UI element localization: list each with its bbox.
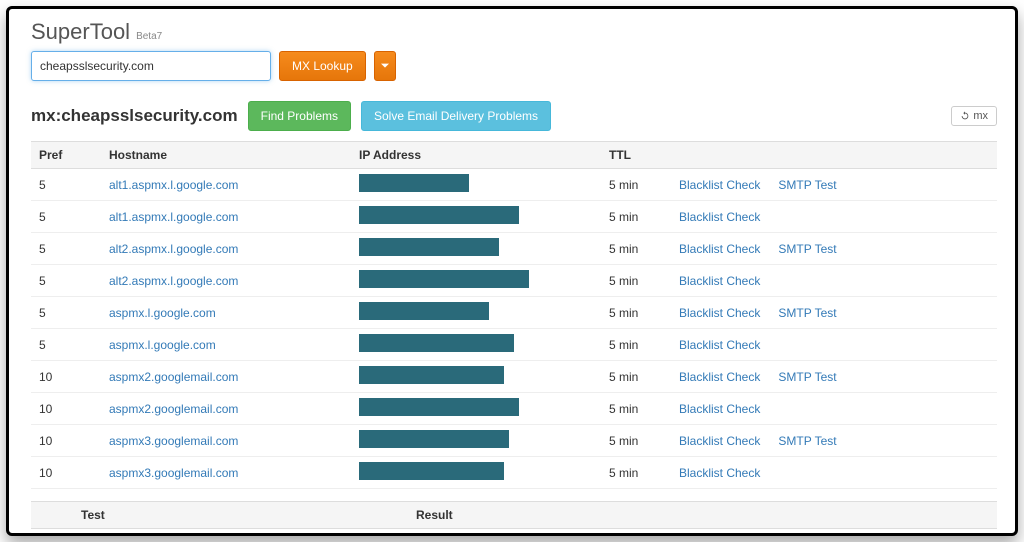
table-row: !DMARC Policy Not EnabledDMARC Quarantin… xyxy=(31,529,997,537)
col-ttl: TTL xyxy=(601,142,671,169)
solve-problems-button[interactable]: Solve Email Delivery Problems xyxy=(361,101,551,131)
search-row: MX Lookup xyxy=(31,51,997,81)
hostname-link[interactable]: aspmx3.googlemail.com xyxy=(109,466,238,480)
table-row: 10 aspmx3.googlemail.com 5 min Blacklist Ch… xyxy=(31,425,997,457)
ip-redacted xyxy=(359,366,504,384)
blacklist-check-link[interactable]: Blacklist Check xyxy=(679,242,760,256)
header: SuperTool Beta7 xyxy=(31,19,997,45)
col-more xyxy=(937,502,997,529)
hostname-link[interactable]: alt1.aspmx.l.google.com xyxy=(109,178,238,192)
ip-redacted xyxy=(359,462,504,480)
col-result: Result xyxy=(408,502,937,529)
hostname-link[interactable]: aspmx.l.google.com xyxy=(109,338,216,352)
cell-pref: 5 xyxy=(31,329,101,361)
mx-lookup-button[interactable]: MX Lookup xyxy=(279,51,366,81)
cell-ttl: 5 min xyxy=(601,265,671,297)
mx-lookup-dropdown[interactable] xyxy=(374,51,396,81)
smtp-test-link[interactable]: SMTP Test xyxy=(778,306,836,320)
blacklist-check-link[interactable]: Blacklist Check xyxy=(679,338,760,352)
smtp-test-link[interactable]: SMTP Test xyxy=(778,242,836,256)
cell-pref: 10 xyxy=(31,425,101,457)
cell-pref: 5 xyxy=(31,201,101,233)
col-pref: Pref xyxy=(31,142,101,169)
cell-test: DMARC Policy Not Enabled xyxy=(73,529,408,537)
blacklist-check-link[interactable]: Blacklist Check xyxy=(679,178,760,192)
blacklist-check-link[interactable]: Blacklist Check xyxy=(679,402,760,416)
find-problems-button[interactable]: Find Problems xyxy=(248,101,351,131)
blacklist-check-link[interactable]: Blacklist Check xyxy=(679,370,760,384)
hostname-link[interactable]: alt2.aspmx.l.google.com xyxy=(109,242,238,256)
domain-input[interactable] xyxy=(31,51,271,81)
hostname-link[interactable]: alt1.aspmx.l.google.com xyxy=(109,210,238,224)
blacklist-check-link[interactable]: Blacklist Check xyxy=(679,466,760,480)
ip-redacted xyxy=(359,334,514,352)
cell-pref: 5 xyxy=(31,265,101,297)
cell-ttl: 5 min xyxy=(601,457,671,489)
hostname-link[interactable]: alt2.aspmx.l.google.com xyxy=(109,274,238,288)
table-row: 5 alt2.aspmx.l.google.com 5 min Blacklist C… xyxy=(31,265,997,297)
cell-ttl: 5 min xyxy=(601,425,671,457)
table-row: 10 aspmx2.googlemail.com 5 min Blacklist Ch… xyxy=(31,393,997,425)
refresh-icon xyxy=(960,111,970,121)
table-row: 5 alt2.aspmx.l.google.com 5 min Blacklist C… xyxy=(31,233,997,265)
cell-pref: 10 xyxy=(31,457,101,489)
chevron-down-icon xyxy=(381,62,389,70)
col-test: Test xyxy=(73,502,408,529)
app-title: SuperTool xyxy=(31,19,130,45)
ip-redacted xyxy=(359,270,529,288)
cell-ttl: 5 min xyxy=(601,169,671,201)
blacklist-check-link[interactable]: Blacklist Check xyxy=(679,306,760,320)
col-hostname: Hostname xyxy=(101,142,351,169)
ip-redacted xyxy=(359,430,509,448)
ip-redacted xyxy=(359,398,519,416)
cell-pref: 5 xyxy=(31,297,101,329)
hostname-link[interactable]: aspmx2.googlemail.com xyxy=(109,402,238,416)
cell-ttl: 5 min xyxy=(601,361,671,393)
col-actions xyxy=(671,142,997,169)
blacklist-check-link[interactable]: Blacklist Check xyxy=(679,274,760,288)
cell-result: DMARC Quarantine/Reject policy not enabl… xyxy=(408,529,937,537)
cell-ttl: 5 min xyxy=(601,329,671,361)
cell-ttl: 5 min xyxy=(601,297,671,329)
more-info-link[interactable]: More Info xyxy=(945,534,989,536)
tests-table: Test Result !DMARC Policy Not EnabledDMA… xyxy=(31,501,997,536)
ip-redacted xyxy=(359,238,499,256)
smtp-test-link[interactable]: SMTP Test xyxy=(778,434,836,448)
table-row: 10 aspmx3.googlemail.com 5 min Blacklist Ch… xyxy=(31,457,997,489)
ip-redacted xyxy=(359,302,489,320)
blacklist-check-link[interactable]: Blacklist Check xyxy=(679,434,760,448)
ip-redacted xyxy=(359,174,469,192)
cell-ttl: 5 min xyxy=(601,393,671,425)
ip-redacted xyxy=(359,206,519,224)
smtp-test-link[interactable]: SMTP Test xyxy=(778,370,836,384)
mx-records-table: Pref Hostname IP Address TTL 5 alt1.aspmx… xyxy=(31,141,997,489)
cell-pref: 10 xyxy=(31,393,101,425)
table-row: 5 alt1.aspmx.l.google.com 5 min Blacklist C… xyxy=(31,169,997,201)
cell-pref: 5 xyxy=(31,233,101,265)
refresh-button[interactable]: mx xyxy=(951,106,997,126)
result-bar: mx:cheapsslsecurity.com Find Problems So… xyxy=(31,101,997,131)
cell-ttl: 5 min xyxy=(601,201,671,233)
smtp-test-link[interactable]: SMTP Test xyxy=(778,178,836,192)
info-icon xyxy=(945,535,957,536)
table-row: 10 aspmx2.googlemail.com 5 min Blacklist Ch… xyxy=(31,361,997,393)
col-ip: IP Address xyxy=(351,142,601,169)
table-row: 5 aspmx.l.google.com 5 min Blacklist Check xyxy=(31,329,997,361)
hostname-link[interactable]: aspmx2.googlemail.com xyxy=(109,370,238,384)
beta-badge: Beta7 xyxy=(136,31,162,42)
table-row: 5 aspmx.l.google.com 5 min Blacklist Check S… xyxy=(31,297,997,329)
blacklist-check-link[interactable]: Blacklist Check xyxy=(679,210,760,224)
result-title: mx:cheapsslsecurity.com xyxy=(31,106,238,126)
cell-pref: 10 xyxy=(31,361,101,393)
cell-ttl: 5 min xyxy=(601,233,671,265)
col-status xyxy=(31,502,73,529)
cell-pref: 5 xyxy=(31,169,101,201)
refresh-label: mx xyxy=(973,110,988,122)
hostname-link[interactable]: aspmx3.googlemail.com xyxy=(109,434,238,448)
hostname-link[interactable]: aspmx.l.google.com xyxy=(109,306,216,320)
table-row: 5 alt1.aspmx.l.google.com 5 min Blacklist C… xyxy=(31,201,997,233)
